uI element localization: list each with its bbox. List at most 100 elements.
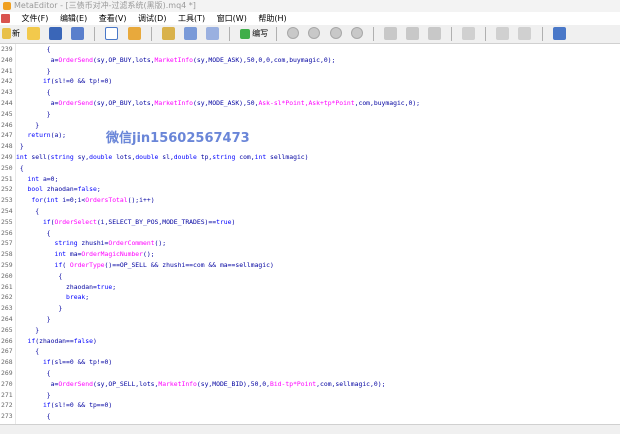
paste-icon[interactable] bbox=[518, 27, 532, 40]
code-line[interactable]: 265 } bbox=[0, 325, 620, 336]
code-line[interactable]: 257 string zhushi=OrderComment(); bbox=[0, 238, 620, 249]
code-line[interactable]: 266 if(zhaodan==false) bbox=[0, 336, 620, 347]
code-line[interactable]: 258 int ma=OrderMagicNumber(); bbox=[0, 249, 620, 260]
code-text: a=OrderSend(sy,OP_BUY,lots,MarketInfo(sy… bbox=[16, 98, 420, 109]
code-text: if(sl!=0 && tp==0) bbox=[16, 400, 112, 411]
code-token: { bbox=[16, 347, 40, 356]
code-keyword: if bbox=[42, 77, 51, 86]
code-line[interactable]: 248 } bbox=[0, 141, 620, 152]
code-keyword: false bbox=[73, 336, 93, 345]
navigator-icon[interactable] bbox=[105, 27, 119, 40]
code-line[interactable]: 259 if( OrderType()==OP_SELL && zhushi==… bbox=[0, 260, 620, 271]
menu-help[interactable]: 帮助(H) bbox=[258, 12, 286, 25]
document-icon[interactable] bbox=[1, 14, 10, 23]
menu-file[interactable]: 文件(F) bbox=[22, 12, 49, 25]
code-line[interactable]: 253 for(int i=0;i<OrdersTotal();i++) bbox=[0, 195, 620, 206]
code-line[interactable]: 260 { bbox=[0, 271, 620, 282]
step-over-icon[interactable] bbox=[308, 27, 321, 39]
toolbar-separator bbox=[229, 27, 231, 41]
code-token: } bbox=[16, 109, 51, 118]
code-line[interactable]: 270 a=OrderSend(sy,OP_SELL,lots,MarketIn… bbox=[0, 379, 620, 390]
code-function: OrderSelect bbox=[54, 217, 97, 226]
code-editor[interactable]: 239 {240 a=OrderSend(sy,OP_BUY,lots,Mark… bbox=[0, 44, 620, 424]
insert-icon[interactable] bbox=[161, 27, 175, 40]
toolbar-separator bbox=[276, 27, 278, 41]
code-token: (); bbox=[142, 250, 155, 259]
code-token: (sy,OP_BUY,lots, bbox=[92, 55, 155, 64]
code-token: sell( bbox=[27, 153, 51, 161]
code-line[interactable]: 264 } bbox=[0, 314, 620, 325]
code-text: { bbox=[16, 228, 51, 239]
compile-button[interactable]: 编写 bbox=[238, 27, 268, 41]
outdent-icon[interactable] bbox=[405, 27, 419, 40]
code-line[interactable]: 251 int a=0; bbox=[0, 174, 620, 185]
stop-icon[interactable] bbox=[350, 27, 363, 39]
code-line[interactable]: 247 return(a); bbox=[0, 130, 620, 141]
code-line[interactable]: 245 } bbox=[0, 109, 620, 120]
code-line[interactable]: 268 if(sl==0 && tp!=0) bbox=[0, 357, 620, 368]
terminal-icon[interactable] bbox=[552, 27, 566, 40]
menu-edit[interactable]: 编辑(E) bbox=[60, 12, 87, 25]
new-button[interactable]: 新 bbox=[0, 27, 20, 41]
code-line[interactable]: 252 bool zhaodan=false; bbox=[0, 184, 620, 195]
code-text: } bbox=[16, 120, 39, 131]
code-keyword: for bbox=[31, 196, 43, 205]
code-line[interactable]: 261 zhaodan=true; bbox=[0, 282, 620, 293]
code-keyword: string bbox=[50, 153, 74, 161]
code-token: zhushi= bbox=[77, 239, 109, 248]
code-line[interactable]: 240 a=OrderSend(sy,OP_BUY,lots,MarketInf… bbox=[0, 55, 620, 66]
code-token: (); bbox=[154, 239, 167, 248]
code-line[interactable]: 272 if(sl!=0 && tp==0) bbox=[0, 400, 620, 411]
copy-icon[interactable] bbox=[496, 27, 510, 40]
save-all-icon[interactable] bbox=[71, 27, 85, 40]
code-text: return(a); bbox=[16, 130, 66, 141]
open-folder-icon[interactable] bbox=[27, 27, 41, 40]
code-text: { bbox=[16, 163, 24, 174]
font-smaller-icon[interactable] bbox=[205, 27, 219, 40]
code-line[interactable]: 263 } bbox=[0, 303, 620, 314]
comment-icon[interactable] bbox=[427, 27, 441, 40]
code-keyword: bool bbox=[27, 185, 43, 194]
code-line[interactable]: 269 { bbox=[0, 368, 620, 379]
code-text: { bbox=[16, 346, 39, 357]
start-debug-icon[interactable] bbox=[287, 27, 300, 39]
code-keyword: true bbox=[216, 217, 232, 226]
code-line[interactable]: 254 { bbox=[0, 206, 620, 217]
code-token: (sy,OP_BUY,lots, bbox=[92, 99, 155, 107]
code-line[interactable]: 262 break; bbox=[0, 292, 620, 303]
code-text: zhaodan=true; bbox=[16, 282, 116, 293]
menu-bar: 文件(F) 编辑(E) 查看(V) 调试(D) 工具(T) 窗口(W) 帮助(H… bbox=[0, 12, 620, 25]
code-function: OrderMagicNumber bbox=[81, 250, 143, 259]
code-line[interactable]: 242 if(sl!=0 && tp!=0) bbox=[0, 76, 620, 87]
menu-tools[interactable]: 工具(T) bbox=[178, 12, 205, 25]
code-function: OrderComment bbox=[108, 239, 155, 248]
code-line[interactable]: 246 } bbox=[0, 120, 620, 131]
save-icon[interactable] bbox=[49, 27, 63, 40]
code-function: MarketInfo bbox=[158, 379, 197, 388]
menu-debug[interactable]: 调试(D) bbox=[138, 12, 166, 25]
font-larger-icon[interactable] bbox=[183, 27, 197, 40]
indent-icon[interactable] bbox=[383, 27, 397, 40]
toolbox-icon[interactable] bbox=[127, 27, 141, 40]
code-line[interactable]: 239 { bbox=[0, 44, 620, 55]
toolbar-separator bbox=[451, 27, 453, 41]
code-line[interactable]: 241 } bbox=[0, 66, 620, 77]
menu-window[interactable]: 窗口(W) bbox=[217, 12, 247, 25]
code-line[interactable]: 249 int sell(string sy,double lots,double… bbox=[0, 152, 620, 163]
code-line[interactable]: 255 if(OrderSelect(i,SELECT_BY_POS,MODE_… bbox=[0, 217, 620, 228]
code-line[interactable]: 273 { bbox=[0, 411, 620, 422]
go-to-icon[interactable] bbox=[462, 27, 476, 40]
code-line[interactable]: 250 { bbox=[0, 163, 620, 174]
code-line[interactable]: 256 { bbox=[0, 228, 620, 239]
pause-icon[interactable] bbox=[329, 27, 342, 39]
code-token: a= bbox=[16, 99, 59, 107]
code-text: { bbox=[16, 411, 51, 422]
code-line[interactable]: 243 { bbox=[0, 87, 620, 98]
code-line[interactable]: 271 } bbox=[0, 390, 620, 401]
code-line[interactable]: 267 { bbox=[0, 346, 620, 357]
code-token: (zhaodan== bbox=[35, 336, 74, 345]
code-line[interactable]: 244 a=OrderSend(sy,OP_BUY,lots,MarketInf… bbox=[0, 98, 620, 109]
menu-view[interactable]: 查看(V) bbox=[99, 12, 127, 25]
